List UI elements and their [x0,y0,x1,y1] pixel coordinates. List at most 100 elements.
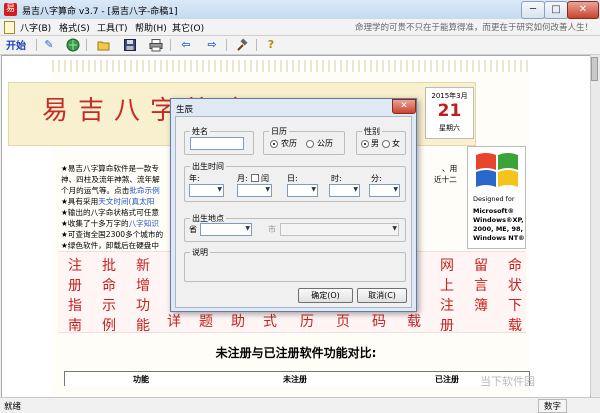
knowledge-link[interactable]: 八字知识 [129,219,159,228]
ok-button[interactable]: 确定(O) [298,288,353,303]
date-day: 21 [437,101,462,121]
hammer-icon[interactable] [235,38,249,52]
calendar-label: 日历 [269,126,289,137]
decorative-border [52,60,530,72]
description-line: ★可查询全国2300多个城市的 [61,230,164,239]
calligraphy-link-guestbook[interactable]: 留言簿 [472,256,490,316]
title-bar: 易 易吉八字算命 v3.7 - [易吉八字-命稿1] ─ □ ✕ [0,0,600,20]
start-button[interactable]: 开始 [6,37,26,52]
arrow-left-icon[interactable]: ⇦ [179,38,193,52]
close-button[interactable]: ✕ [567,1,599,19]
status-bar: 就绪 数字 [0,397,600,413]
date-card: 2015年3月 21 星期六 [425,87,474,139]
toolbar-separator [256,39,257,51]
maximize-button[interactable]: □ [544,1,568,19]
calligraphy-char[interactable]: 式 [261,312,279,332]
birth-place-group: 出生地点 省 市 [184,213,406,242]
description-line: ★绿色软件，卸载后在硬盘中 [61,241,159,250]
note-group: 说明 [184,247,406,282]
date-year-month: 2015年3月 [431,92,468,100]
calligraphy-link-register-guide[interactable]: 注册指南 [66,256,84,336]
female-radio[interactable] [382,140,390,148]
menu-format[interactable]: 格式(S) [59,21,90,34]
calligraphy-char[interactable]: 码 [370,312,388,332]
scrollbar-thumb[interactable] [591,57,598,81]
menu-help[interactable]: 帮助(H) [135,21,167,34]
numlock-indicator: 数字 [538,399,568,413]
save-icon[interactable] [123,38,137,52]
lunar-radio[interactable] [270,140,278,148]
app-icon: 易 [4,3,17,16]
menu-tools[interactable]: 工具(T) [97,21,128,34]
windows-logo-badge: Designed for Microsoft® Windows®XP, 2000… [467,146,526,249]
toolbar: 开始 ✎ ⇦ ⇨ ? [0,36,600,55]
globe-refresh-icon[interactable] [66,38,80,52]
day-select[interactable] [287,184,318,197]
calligraphy-char[interactable]: 历 [298,312,316,332]
gender-group: 性别 男 女 [356,126,406,155]
dialog-body: 姓名 日历 农历 公历 性别 男 女 出生时间 年: 月: 闰 日: [175,116,412,308]
city-select[interactable] [280,223,399,236]
description-line: 神、四柱及流年神煞、流年解 [61,175,160,184]
description-line: ★具有采用天文时间(真太阳 [61,197,155,206]
female-label: 女 [392,139,400,148]
toolbar-separator [226,39,227,51]
hour-select[interactable] [329,184,360,197]
date-weekday: 星期六 [439,124,460,132]
year-select[interactable] [189,184,224,197]
toolbar-separator [86,39,87,51]
calligraphy-link-download[interactable]: 命状下载 [506,256,524,336]
leap-label: 闰 [261,174,269,183]
solar-radio[interactable] [306,140,314,148]
menu-other[interactable]: 其它(O) [172,21,204,34]
document-icon [4,21,15,34]
table-header-registered: 已注册 [435,375,459,384]
birth-time-group: 出生时间 年: 月: 闰 日: 时: 分: [184,161,406,202]
calligraphy-char[interactable]: 助 [229,312,247,332]
marquee-text: 命理学的可贵不只在于能算得准，而更在于研究如何改善人生！ [355,23,594,33]
solar-time-link[interactable]: 天文时间(真太阳 [98,197,154,206]
day-label: 日: [287,174,298,183]
watermark-text: 当下软件园 [480,375,535,388]
name-group: 姓名 [184,126,254,155]
logo-caption: Windows NT® [473,234,525,242]
minimize-button[interactable]: ─ [521,1,545,19]
logo-caption: Windows®XP, [473,216,524,224]
month-select[interactable] [237,184,272,197]
description-line: ★输出的八字命状格式可任意 [61,208,159,217]
sample-link[interactable]: 批命示例 [129,186,159,195]
arrow-right-icon[interactable]: ⇨ [205,38,219,52]
menu-bazi[interactable]: 八字(B) [20,21,51,34]
help-icon[interactable]: ? [264,38,278,52]
province-select[interactable] [200,223,252,236]
male-radio[interactable] [361,140,369,148]
calligraphy-char[interactable]: 页 [334,312,352,332]
folder-open-icon[interactable] [97,38,111,52]
description-line: ★易吉八字算命软件是一款专 [61,164,159,173]
description-line: ★收集了十多万字的八字知识 [61,219,159,228]
calligraphy-link-sample[interactable]: 批命示例 [100,256,118,336]
calligraphy-link-online-register[interactable]: 网上注册 [438,256,456,336]
minute-select[interactable] [369,184,400,197]
leap-month-checkbox[interactable] [251,174,259,182]
vertical-scrollbar[interactable] [590,55,600,396]
logo-caption: 2000, ME, 98, [473,225,523,233]
calligraphy-char[interactable]: 详 [165,312,183,332]
dialog-close-button[interactable]: ✕ [392,99,416,114]
calligraphy-link-new-features[interactable]: 新增功能 [134,256,152,336]
menu-bar: 八字(B) 格式(S) 工具(T) 帮助(H) 其它(O) 命理学的可贵不只在于… [0,19,600,36]
name-input[interactable] [190,137,244,150]
print-icon[interactable] [149,38,163,52]
cancel-button[interactable]: 取消(C) [357,288,407,303]
city-label: 市 [268,225,276,234]
description-line-tail: 、用 [442,164,458,173]
year-label: 年: [189,174,200,183]
calligraphy-char[interactable]: 题 [197,312,215,332]
comparison-table-header: 功能 未注册 已注册 [64,371,530,386]
table-header-feature: 功能 [133,375,149,384]
month-label: 月: [237,174,248,183]
comparison-title: 未注册与已注册软件功能对比: [215,346,377,360]
calligraphy-char[interactable]: 载 [405,312,423,332]
pencil-icon[interactable]: ✎ [42,38,56,52]
windows-flag-icon [476,153,518,187]
